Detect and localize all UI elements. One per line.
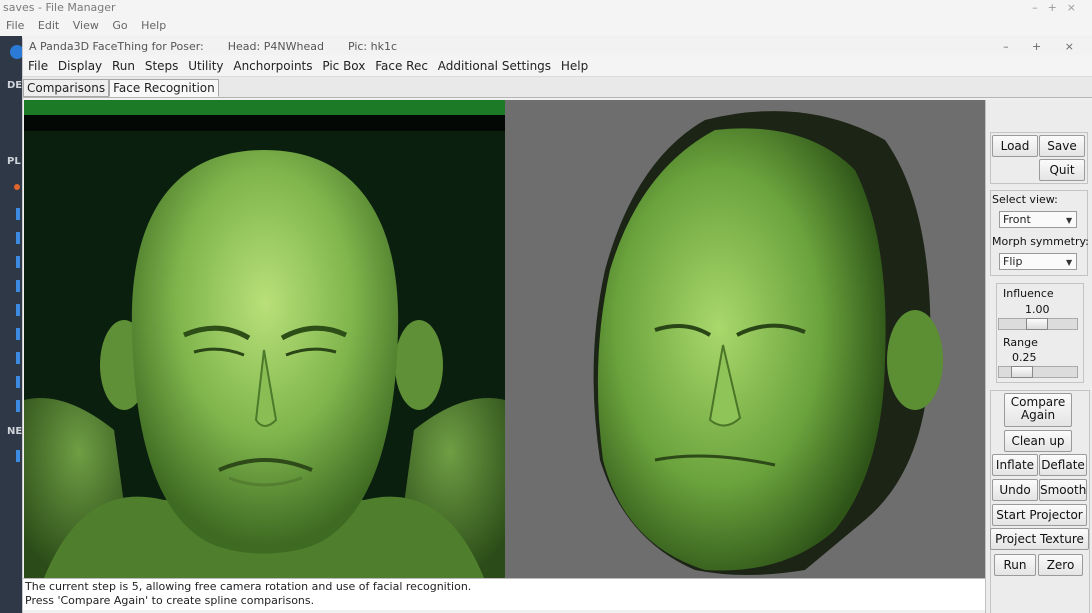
reference-picture-view[interactable] [24, 100, 505, 578]
menubar: File Display Run Steps Utility Anchorpoi… [23, 55, 1092, 77]
3d-model-view[interactable] [505, 100, 985, 578]
tab-comparisons[interactable]: Comparisons [23, 79, 110, 97]
tab-bar: Comparisons Face Recognition [23, 77, 1092, 98]
places-icon [14, 184, 20, 190]
sidebar-item-marker[interactable] [16, 328, 20, 340]
influence-value: 1.00 [1025, 303, 1050, 316]
sidebar-section-ne: NE [7, 426, 23, 437]
influence-label: Influence [1003, 287, 1054, 300]
range-slider[interactable] [998, 366, 1078, 378]
window-controls[interactable]: – + × [1003, 38, 1084, 55]
sidebar-item-marker[interactable] [16, 352, 20, 364]
range-label: Range [1003, 336, 1038, 349]
morph-symmetry-label: Morph symmetry: [992, 235, 1089, 248]
menu-anchorpoints[interactable]: Anchorpoints [233, 59, 312, 73]
window-title-pic: Pic: hk1c [347, 40, 398, 53]
zero-button[interactable]: Zero [1038, 554, 1083, 576]
tab-face-recognition[interactable]: Face Recognition [109, 79, 219, 97]
influence-slider-thumb[interactable] [1026, 318, 1048, 330]
menu-face-rec[interactable]: Face Rec [375, 59, 428, 73]
influence-slider[interactable] [998, 318, 1078, 330]
fm-menu-go[interactable]: Go [112, 19, 127, 32]
3d-head-model [593, 111, 943, 576]
menu-additional-settings[interactable]: Additional Settings [438, 59, 551, 73]
sidebar-item-marker[interactable] [16, 450, 20, 462]
start-projector-button[interactable]: Start Projector [992, 504, 1087, 526]
window-title-app: A Panda3D FaceThing for Poser: [29, 40, 204, 53]
status-line-2: Press 'Compare Again' to create spline c… [25, 594, 315, 607]
quit-button[interactable]: Quit [1039, 159, 1085, 181]
menu-file[interactable]: File [28, 59, 48, 73]
menu-utility[interactable]: Utility [188, 59, 223, 73]
save-button[interactable]: Save [1039, 135, 1085, 157]
range-slider-thumb[interactable] [1011, 366, 1033, 378]
undo-button[interactable]: Undo [992, 479, 1038, 501]
project-texture-button[interactable]: Project Texture [990, 528, 1089, 550]
fm-menu-edit[interactable]: Edit [38, 19, 59, 32]
deflate-button[interactable]: Deflate [1039, 454, 1087, 476]
sidebar-item-marker[interactable] [16, 304, 20, 316]
file-manager-titlebar: saves - File Manager –+× [0, 0, 1092, 16]
fm-menu-help[interactable]: Help [141, 19, 166, 32]
window-titlebar: A Panda3D FaceThing for Poser: Head: P4NW… [23, 38, 1092, 55]
sidebar-item-marker[interactable] [16, 232, 20, 244]
facething-window: A Panda3D FaceThing for Poser: Head: P4NW… [22, 38, 1092, 613]
status-line-1: The current step is 5, allowing free cam… [25, 580, 472, 593]
load-button[interactable]: Load [992, 135, 1038, 157]
sidebar-item-marker[interactable] [16, 280, 20, 292]
compare-again-label-2: Again [1020, 408, 1056, 422]
file-manager-title: saves - File Manager [3, 1, 116, 14]
sidebar-item-marker[interactable] [16, 208, 20, 220]
menu-run[interactable]: Run [112, 59, 135, 73]
dropdown-arrow-icon: ▼ [1066, 216, 1073, 225]
menu-pic-box[interactable]: Pic Box [322, 59, 365, 73]
select-view-value: Front [1003, 213, 1031, 226]
inflate-button[interactable]: Inflate [992, 454, 1038, 476]
reference-face-image [24, 150, 505, 578]
menu-display[interactable]: Display [58, 59, 102, 73]
compare-again-button[interactable]: Compare Again [1004, 393, 1072, 427]
dropdown-arrow-icon: ▼ [1066, 258, 1073, 267]
sidebar-section-de: DE [7, 80, 23, 91]
control-panel: Load Save Quit Select view: Front ▼ Morp… [985, 100, 1092, 613]
sidebar-item-marker[interactable] [16, 256, 20, 268]
sidebar-section-pl: PL [7, 156, 21, 167]
morph-symmetry-value: Flip [1003, 255, 1023, 268]
fm-menu-view[interactable]: View [73, 19, 99, 32]
file-manager-window-controls[interactable]: –+× [1032, 0, 1086, 16]
select-view-dropdown[interactable]: Front ▼ [999, 211, 1077, 228]
fm-menu-file[interactable]: File [6, 19, 24, 32]
file-manager-sidebar: DE PL NE [0, 36, 24, 613]
morph-symmetry-dropdown[interactable]: Flip ▼ [999, 253, 1077, 270]
range-value: 0.25 [1012, 351, 1037, 364]
sidebar-item-marker[interactable] [16, 376, 20, 388]
sidebar-item-marker[interactable] [16, 400, 20, 412]
run-button[interactable]: Run [994, 554, 1036, 576]
menu-help[interactable]: Help [561, 59, 588, 73]
clean-up-button[interactable]: Clean up [1004, 430, 1072, 452]
smooth-button[interactable]: Smooth [1039, 479, 1087, 501]
file-manager-menubar: File Edit View Go Help [0, 16, 1092, 36]
status-message-box: The current step is 5, allowing free cam… [23, 578, 985, 610]
menu-steps[interactable]: Steps [145, 59, 179, 73]
window-title-head: Head: P4NWhead [227, 40, 324, 53]
select-view-label: Select view: [992, 193, 1058, 206]
